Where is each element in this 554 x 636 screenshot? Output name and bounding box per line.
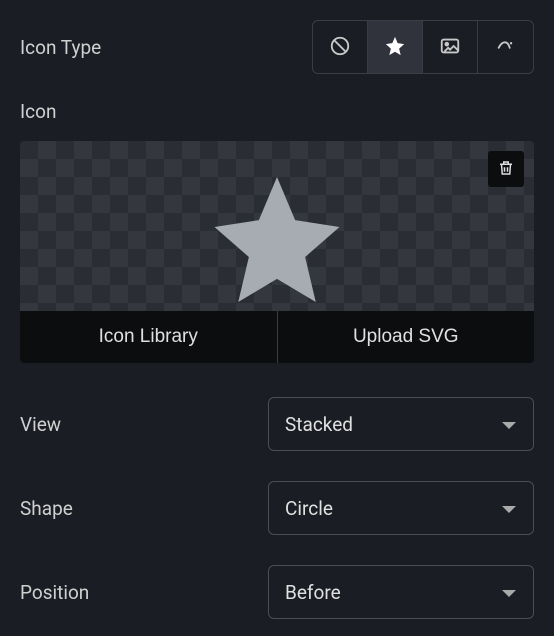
shape-select[interactable]: Circle (268, 481, 534, 535)
icon-preview-box: Icon Library Upload SVG (20, 141, 534, 363)
position-select-value: Before (285, 581, 341, 604)
position-row: Position Before (20, 565, 534, 619)
view-select-value: Stacked (285, 413, 353, 436)
image-icon (439, 35, 461, 60)
star-icon (384, 35, 406, 60)
icon-source-tabs: Icon Library Upload SVG (20, 311, 534, 363)
icon-type-button-group (312, 20, 534, 74)
icon-type-label: Icon Type (20, 36, 101, 59)
icon-section-label: Icon (20, 100, 534, 123)
upload-svg-tab[interactable]: Upload SVG (278, 311, 535, 363)
shape-label: Shape (20, 497, 73, 520)
trash-icon (497, 159, 515, 180)
chevron-down-icon (501, 581, 517, 604)
icon-type-row: Icon Type (20, 20, 534, 74)
icon-type-image-button[interactable] (423, 21, 478, 73)
ban-icon (329, 35, 351, 60)
position-select[interactable]: Before (268, 565, 534, 619)
icon-library-tab[interactable]: Icon Library (20, 311, 278, 363)
view-select[interactable]: Stacked (268, 397, 534, 451)
icon-type-star-button[interactable] (368, 21, 423, 73)
lottie-icon (495, 35, 517, 60)
shape-select-value: Circle (285, 497, 333, 520)
icon-type-lottie-button[interactable] (478, 21, 533, 73)
preview-star-icon (202, 165, 352, 320)
position-label: Position (20, 581, 89, 604)
icon-type-none-button[interactable] (313, 21, 368, 73)
chevron-down-icon (501, 413, 517, 436)
view-row: View Stacked (20, 397, 534, 451)
delete-icon-button[interactable] (488, 151, 524, 187)
chevron-down-icon (501, 497, 517, 520)
shape-row: Shape Circle (20, 481, 534, 535)
view-label: View (20, 413, 61, 436)
